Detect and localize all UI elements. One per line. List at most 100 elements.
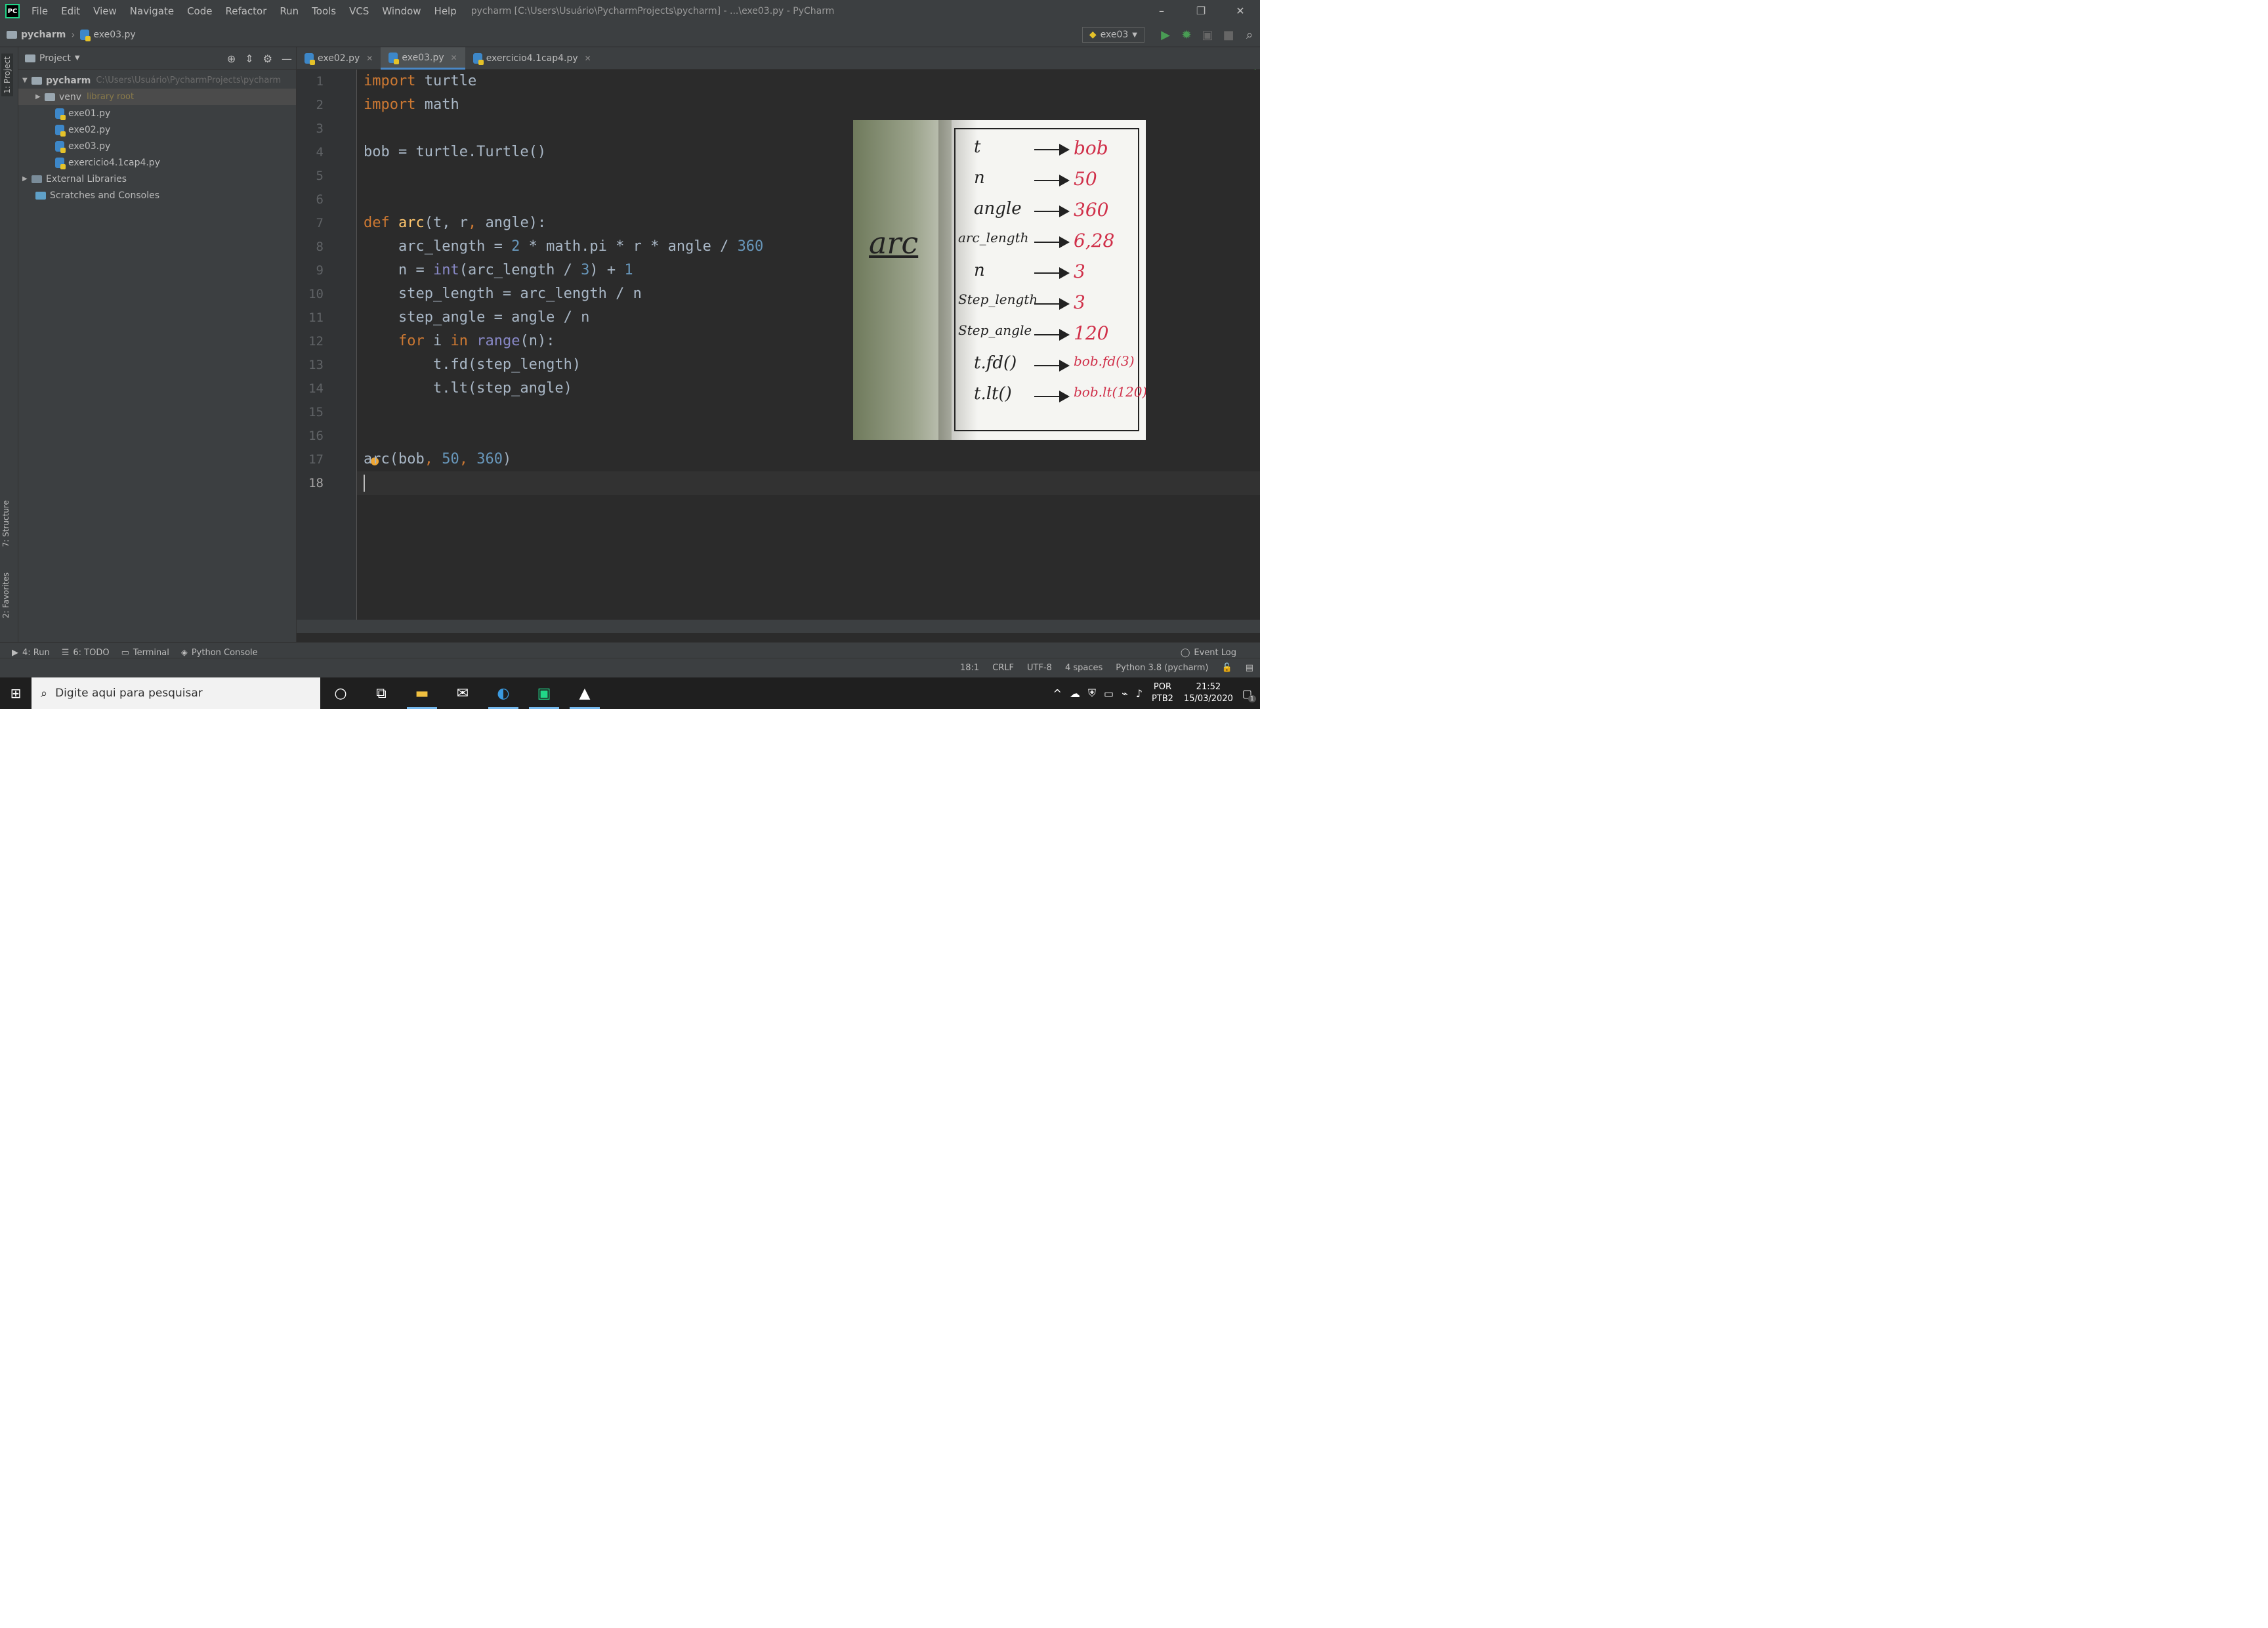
menu-edit[interactable]: Edit bbox=[54, 5, 87, 17]
tree-item-root[interactable]: ▼ pycharm C:\Users\Usuário\PycharmProjec… bbox=[18, 72, 296, 89]
indent-setting[interactable]: 4 spaces bbox=[1065, 663, 1102, 673]
line-separator[interactable]: CRLF bbox=[992, 663, 1014, 673]
tree-item-external-libraries[interactable]: ▶ External Libraries bbox=[18, 171, 296, 187]
taskbar-search-box[interactable]: ⌕ Digite aqui para pesquisar bbox=[32, 677, 320, 709]
photo-arrow-line bbox=[1034, 180, 1060, 181]
close-tab-icon[interactable]: ✕ bbox=[366, 54, 373, 63]
tree-item-file[interactable]: exe01.py bbox=[18, 105, 296, 121]
edge-browser-icon[interactable]: ◐ bbox=[483, 677, 524, 709]
run-tool-button[interactable]: ▶ 4: Run bbox=[12, 648, 50, 658]
photo-parameter-label: n bbox=[974, 261, 985, 280]
chevron-down-icon[interactable]: ▼ bbox=[75, 54, 80, 62]
menu-refactor[interactable]: Refactor bbox=[219, 5, 273, 17]
chevron-up-icon[interactable]: ^ bbox=[1053, 687, 1062, 700]
onedrive-icon[interactable]: ☁ bbox=[1070, 687, 1080, 700]
file-explorer-icon[interactable]: ▬ bbox=[402, 677, 442, 709]
task-view-icon[interactable]: ⧉ bbox=[361, 677, 402, 709]
clock-date: 15/03/2020 bbox=[1183, 694, 1233, 704]
collapse-all-icon[interactable]: ⇕ bbox=[245, 53, 253, 65]
python-config-icon: ◆ bbox=[1089, 30, 1097, 40]
event-log-button[interactable]: ◯ Event Log bbox=[1181, 648, 1236, 658]
pycharm-logo-icon[interactable]: PC bbox=[5, 4, 20, 18]
menu-vcs[interactable]: VCS bbox=[343, 5, 375, 17]
file-encoding[interactable]: UTF-8 bbox=[1027, 663, 1052, 673]
locate-file-icon[interactable]: ⊕ bbox=[227, 53, 236, 65]
run-icon[interactable]: ▶ bbox=[1155, 28, 1176, 42]
hide-panel-icon[interactable]: — bbox=[282, 53, 292, 65]
volume-icon[interactable]: ♪ bbox=[1136, 687, 1143, 700]
search-icon[interactable]: ⌕ bbox=[1239, 28, 1260, 42]
security-icon[interactable]: ⛨ bbox=[1088, 687, 1096, 700]
debug-icon[interactable]: ✹ bbox=[1176, 28, 1197, 42]
memory-indicator-icon[interactable]: ▤ bbox=[1246, 663, 1253, 673]
line-number: 4 bbox=[316, 145, 324, 160]
restore-button[interactable]: ❐ bbox=[1181, 0, 1221, 22]
tree-item-file[interactable]: exercicio4.1cap4.py bbox=[18, 154, 296, 171]
tree-item-file[interactable]: exe02.py bbox=[18, 121, 296, 138]
menu-run[interactable]: Run bbox=[273, 5, 305, 17]
project-view-select[interactable]: Project bbox=[39, 53, 71, 64]
minimize-button[interactable]: – bbox=[1142, 0, 1181, 22]
tab-exercicio4[interactable]: exercicio4.1cap4.py ✕ bbox=[465, 47, 599, 70]
code-token: step_length = arc_length / n bbox=[364, 286, 642, 302]
network-icon[interactable]: ⌁ bbox=[1122, 687, 1128, 700]
structure-tool-tab[interactable]: 7: Structure bbox=[1, 500, 10, 547]
gear-icon[interactable]: ⚙ bbox=[263, 53, 272, 65]
coverage-icon[interactable]: ▣ bbox=[1197, 28, 1218, 42]
photo-arrow-line bbox=[1034, 272, 1060, 274]
breadcrumb-project[interactable]: pycharm bbox=[21, 30, 66, 40]
stop-icon[interactable]: ■ bbox=[1218, 28, 1239, 42]
python-file-icon bbox=[388, 52, 400, 64]
breadcrumb-file[interactable]: exe03.py bbox=[93, 30, 135, 40]
venv-library-root-label: library root bbox=[87, 92, 135, 102]
code-line: step_length = arc_length / n bbox=[364, 282, 642, 306]
python-console-tool-button[interactable]: ◈ Python Console bbox=[181, 648, 258, 658]
tree-item-scratches[interactable]: Scratches and Consoles bbox=[18, 187, 296, 204]
windows-start-button[interactable]: ⊞ bbox=[0, 677, 32, 709]
search-placeholder: Digite aqui para pesquisar bbox=[55, 687, 203, 700]
tree-item-file[interactable]: exe03.py bbox=[18, 138, 296, 154]
tab-exe03[interactable]: exe03.py ✕ bbox=[381, 47, 465, 70]
battery-icon[interactable]: ▭ bbox=[1104, 687, 1114, 700]
code-token: int bbox=[432, 262, 459, 278]
menu-view[interactable]: View bbox=[87, 5, 123, 17]
run-configuration-select[interactable]: ◆ exe03 ▼ bbox=[1082, 27, 1144, 43]
todo-tool-button[interactable]: ☰ 6: TODO bbox=[62, 648, 110, 658]
code-token: , bbox=[459, 451, 477, 467]
collapsed-caret-icon[interactable]: ▶ bbox=[35, 93, 45, 100]
terminal-tool-button[interactable]: ▭ Terminal bbox=[121, 648, 169, 658]
collapsed-caret-icon[interactable]: ▶ bbox=[22, 175, 32, 182]
menu-help[interactable]: Help bbox=[428, 5, 463, 17]
keyboard-language[interactable]: POR PTB2 bbox=[1152, 681, 1173, 705]
menu-code[interactable]: Code bbox=[180, 5, 219, 17]
close-button[interactable]: ✕ bbox=[1221, 0, 1260, 22]
code-token: ) + bbox=[589, 262, 625, 278]
expanded-caret-icon[interactable]: ▼ bbox=[22, 77, 32, 84]
line-number: 13 bbox=[308, 358, 324, 372]
line-number: 18 bbox=[308, 476, 324, 490]
tab-exe02[interactable]: exe02.py ✕ bbox=[297, 47, 381, 70]
caret-position[interactable]: 18:1 bbox=[960, 663, 979, 673]
menu-navigate[interactable]: Navigate bbox=[123, 5, 180, 17]
close-tab-icon[interactable]: ✕ bbox=[451, 53, 457, 62]
mail-icon[interactable]: ✉ bbox=[442, 677, 483, 709]
notifications-icon[interactable]: ▢ 1 bbox=[1242, 687, 1256, 702]
clock[interactable]: 21:52 15/03/2020 bbox=[1184, 681, 1233, 705]
code-line: step_angle = angle / n bbox=[364, 306, 589, 330]
menu-tools[interactable]: Tools bbox=[305, 5, 343, 17]
lock-icon[interactable]: 🔓 bbox=[1222, 663, 1232, 673]
favorites-tool-tab[interactable]: 2: Favorites bbox=[1, 572, 10, 618]
menu-window[interactable]: Window bbox=[375, 5, 427, 17]
project-tool-tab[interactable]: 1: Project bbox=[1, 54, 13, 96]
close-tab-icon[interactable]: ✕ bbox=[585, 54, 591, 63]
photos-app-icon[interactable]: ▲ bbox=[564, 677, 605, 709]
menu-file[interactable]: File bbox=[25, 5, 54, 17]
tree-item-venv[interactable]: ▶ venv library root bbox=[18, 89, 296, 105]
python-interpreter[interactable]: Python 3.8 (pycharm) bbox=[1116, 663, 1208, 673]
photo-arrow-line bbox=[1034, 242, 1060, 243]
terminal-icon: ▭ bbox=[121, 648, 129, 658]
python-file-icon bbox=[55, 157, 66, 169]
pycharm-taskbar-icon[interactable]: ▣ bbox=[524, 677, 564, 709]
horizontal-scrollbar[interactable] bbox=[297, 620, 1260, 633]
cortana-icon[interactable]: ○ bbox=[320, 677, 361, 709]
